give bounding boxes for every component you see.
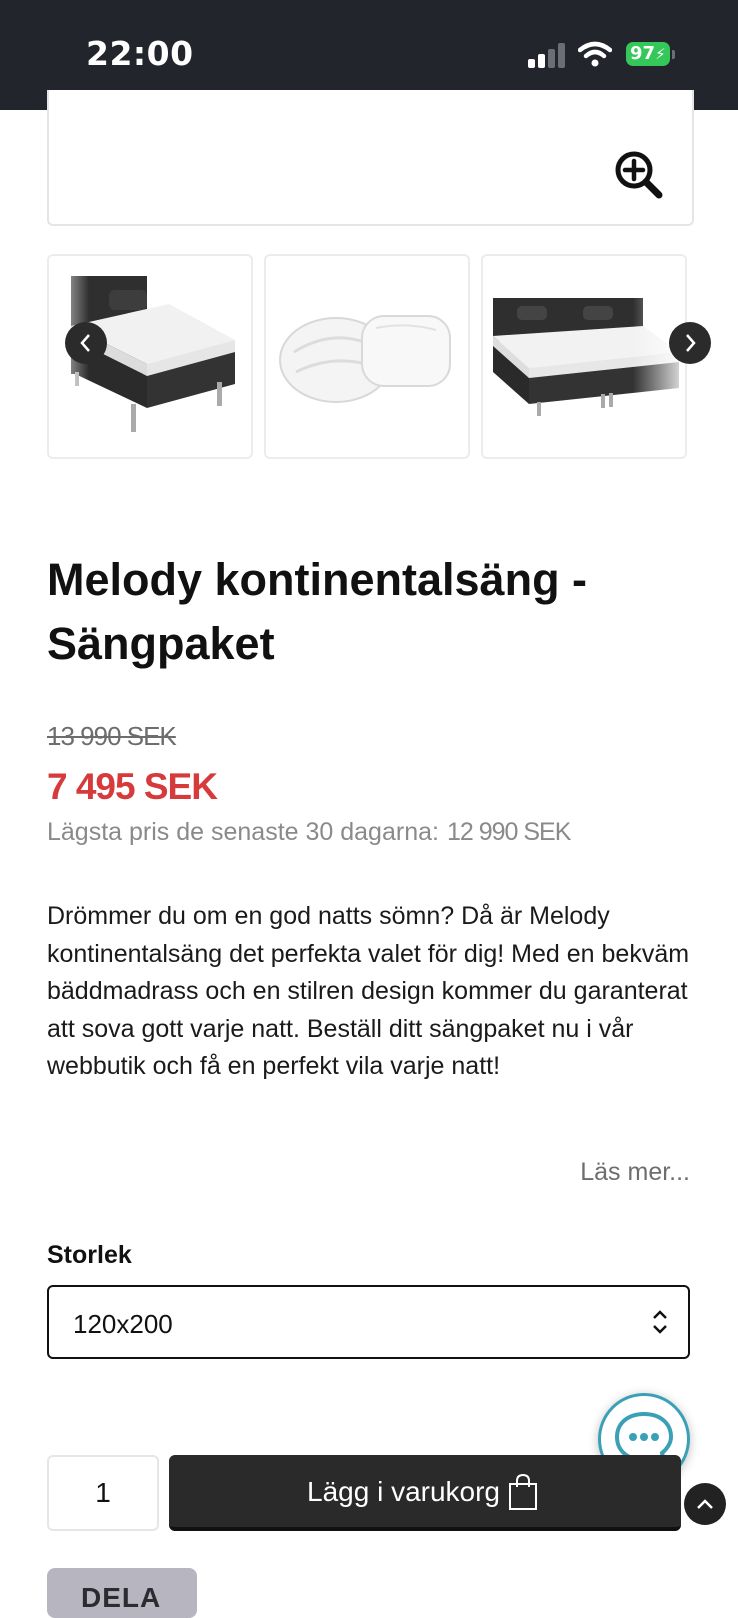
- carousel-prev-button[interactable]: [65, 322, 107, 364]
- double-bed-image: [493, 256, 685, 457]
- zoom-in-icon[interactable]: [614, 150, 664, 200]
- status-time: 22:00: [86, 34, 194, 73]
- size-select[interactable]: 120x200: [47, 1285, 690, 1359]
- wifi-icon: [578, 41, 612, 67]
- chevron-up-down-icon: [653, 1310, 667, 1334]
- lowest-price-note: Lägsta pris de senaste 30 dagarna: 12 990…: [47, 818, 571, 847]
- battery-charging-icon: 97⚡: [626, 42, 670, 66]
- product-title: Melody kontinentalsäng - Sängpaket: [47, 554, 588, 669]
- main-product-image[interactable]: [47, 90, 694, 226]
- cellular-signal-icon: [528, 42, 568, 68]
- battery-level: 97: [630, 43, 656, 64]
- product-description: Drömmer du om en god natts sömn? Då är M…: [47, 902, 690, 1080]
- old-price: 13 990 SEK: [47, 721, 177, 751]
- sale-price: 7 495 SEK: [47, 766, 218, 807]
- chevron-up-icon: [697, 1499, 713, 1509]
- add-to-cart-label: Lägg i varukorg: [307, 1476, 501, 1507]
- thumbnail-double-bed[interactable]: [481, 254, 687, 459]
- thumbnail-carousel: [47, 254, 690, 461]
- size-label: Storlek: [47, 1241, 132, 1269]
- add-to-cart-button[interactable]: Lägg i varukorg: [169, 1455, 681, 1531]
- quantity-value: 1: [95, 1477, 111, 1508]
- lowest-price-value: 12 990 SEK: [446, 818, 571, 846]
- shopping-bag-icon: [509, 1473, 537, 1510]
- share-button[interactable]: DELA: [47, 1568, 197, 1618]
- chevron-left-icon: [80, 334, 90, 352]
- scroll-to-top-button[interactable]: [684, 1483, 726, 1525]
- size-selected-value: 120x200: [73, 1309, 173, 1339]
- battery-cap: [672, 50, 675, 59]
- quantity-input[interactable]: 1: [47, 1455, 159, 1531]
- share-label: DELA: [81, 1582, 162, 1613]
- lowest-price-label: Lägsta pris de senaste 30 dagarna:: [47, 818, 439, 846]
- duvet-and-pillow-image: [279, 315, 451, 403]
- read-more-link[interactable]: Läs mer...: [580, 1158, 690, 1187]
- thumbnail-duvet-pillow[interactable]: [264, 254, 470, 459]
- carousel-next-button[interactable]: [669, 322, 711, 364]
- chevron-right-icon: [686, 334, 696, 352]
